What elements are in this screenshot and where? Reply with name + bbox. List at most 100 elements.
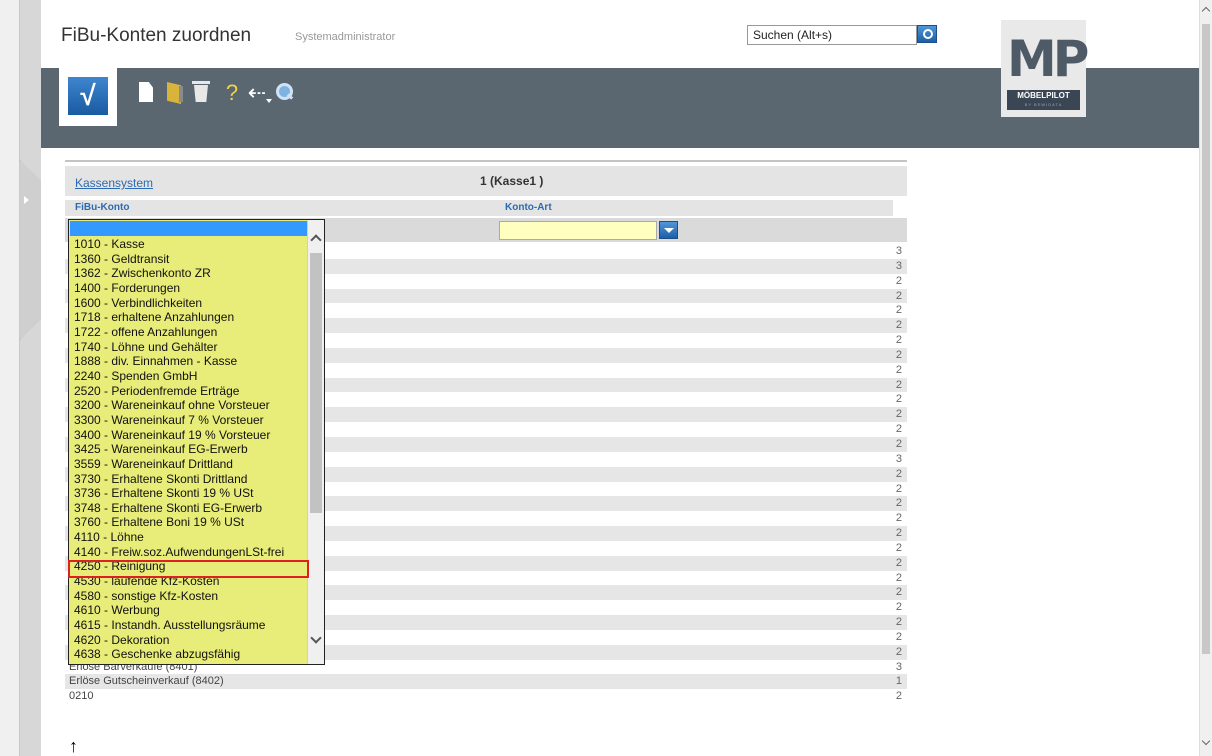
column-header-konto-art[interactable]: Konto-Art	[505, 202, 552, 213]
column-header-row: FiBu-Konto Konto-Art	[65, 200, 893, 216]
help-icon[interactable]: ?	[221, 80, 243, 106]
row-count: 2	[895, 334, 902, 347]
divider	[65, 160, 907, 162]
chevron-down-icon[interactable]	[1201, 736, 1211, 746]
moebelpilot-logo: MP MÖBELPILOT BY BEWIDATA	[1001, 20, 1089, 117]
dropdown-arrow-icon[interactable]	[659, 221, 678, 239]
dropdown-option[interactable]: 4140 - Freiw.soz.AufwendungenLSt-frei	[70, 545, 308, 560]
row-count: 2	[895, 304, 902, 317]
row-count: 2	[895, 630, 902, 643]
dropdown-list: 1010 - Kasse 1360 - Geldtransit 1362 - Zwi…	[70, 237, 308, 662]
dropdown-option[interactable]: 4615 - Instandh. Ausstellungsräume	[70, 618, 308, 633]
row-count: 2	[895, 690, 902, 703]
row-count: 2	[895, 348, 902, 361]
dropdown-option[interactable]: 3300 - Wareneinkauf 7 % Vorsteuer	[70, 413, 308, 428]
row-count: 2	[895, 541, 902, 554]
dropdown-option[interactable]: 1722 - offene Anzahlungen	[70, 325, 308, 340]
row-count: 2	[895, 512, 902, 525]
dropdown-option[interactable]: 1740 - Löhne und Gehälter	[70, 340, 308, 355]
dropdown-option[interactable]: 3748 - Erhaltene Skonti EG-Erwerb	[70, 501, 308, 516]
dropdown-option[interactable]: 1360 - Geldtransit	[70, 252, 308, 267]
row-count: 2	[895, 408, 902, 421]
exit-door-icon[interactable]	[165, 80, 187, 106]
row-count: 3	[895, 452, 902, 465]
dropdown-option[interactable]: 1718 - erhaltene Anzahlungen	[70, 310, 308, 325]
dropdown-option[interactable]: 1600 - Verbindlichkeiten	[70, 296, 308, 311]
row-label: Erlöse Gutscheinverkauf (8402)	[69, 675, 224, 688]
dropdown-option[interactable]: 4110 - Löhne	[70, 530, 308, 545]
row-count: 2	[895, 497, 902, 510]
chevron-up-icon[interactable]	[1201, 6, 1211, 16]
row-count: 2	[895, 378, 902, 391]
search-icon[interactable]	[917, 25, 937, 43]
dropdown-option[interactable]: 3736 - Erhaltene Skonti 19 % USt	[70, 486, 308, 501]
logo-bar: MÖBELPILOT BY BEWIDATA	[1007, 90, 1080, 110]
row-count: 3	[895, 660, 902, 673]
chevron-up-icon[interactable]	[310, 234, 322, 246]
dropdown-empty-option[interactable]	[70, 221, 308, 236]
logo-brand: MÖBELPILOT	[1017, 91, 1070, 100]
magnifier-icon[interactable]	[273, 80, 295, 106]
column-header-fibu-konto[interactable]: FiBu-Konto	[75, 202, 129, 213]
chevron-down-icon[interactable]	[310, 632, 322, 644]
row-count: 2	[895, 482, 902, 495]
dropdown-option[interactable]: 3200 - Wareneinkauf ohne Vorsteuer	[70, 398, 308, 413]
table-row[interactable]: Erlöse Gutscheinverkauf (8402) 1	[65, 674, 907, 690]
fibu-konto-dropdown[interactable]: 1010 - Kasse 1360 - Geldtransit 1362 - Zwi…	[68, 219, 325, 665]
konto-art-select[interactable]	[499, 221, 657, 240]
dropdown-option[interactable]: 1400 - Forderungen	[70, 281, 308, 296]
dropdown-option[interactable]: 4638 - Geschenke abzugsfähig	[70, 647, 308, 662]
kassensystem-value: 1 (Kasse1 )	[480, 174, 544, 188]
dropdown-option[interactable]: 3559 - Wareneinkauf Drittland	[70, 457, 308, 472]
row-count: 2	[895, 393, 902, 406]
caret-down-icon[interactable]	[266, 99, 272, 103]
kassensystem-link[interactable]: Kassensystem	[75, 176, 153, 190]
row-label: 0210	[69, 690, 94, 703]
row-count: 2	[895, 586, 902, 599]
left-frame-strip	[0, 0, 20, 756]
back-arrow-icon[interactable]: ⇠	[246, 80, 268, 106]
dropdown-option[interactable]: 3400 - Wareneinkauf 19 % Vorsteuer	[70, 428, 308, 443]
new-document-icon[interactable]	[136, 80, 158, 106]
side-panel-toggle[interactable]	[20, 160, 42, 340]
dropdown-option[interactable]: 4610 - Werbung	[70, 603, 308, 618]
row-count: 2	[895, 645, 902, 658]
dropdown-option[interactable]: 1010 - Kasse	[70, 237, 308, 252]
logo-by: BY BEWIDATA	[1024, 102, 1063, 107]
dropdown-option[interactable]: 2520 - Periodenfremde Erträge	[70, 384, 308, 399]
user-role: Systemadministrator	[295, 31, 396, 43]
kassensystem-row: Kassensystem 1 (Kasse1 )	[65, 166, 907, 196]
dropdown-option[interactable]: 4620 - Dekoration	[70, 633, 308, 648]
row-count: 2	[895, 437, 902, 450]
dropdown-option[interactable]: 2240 - Spenden GmbH	[70, 369, 308, 384]
window-scrollbar[interactable]	[1199, 0, 1212, 756]
row-count: 2	[895, 616, 902, 629]
dropdown-scroll-thumb[interactable]	[310, 253, 322, 513]
dropdown-option[interactable]: 3760 - Erhaltene Boni 19 % USt	[70, 515, 308, 530]
row-count: 2	[895, 363, 902, 376]
dropdown-option[interactable]: 1362 - Zwischenkonto ZR	[70, 266, 308, 281]
row-count: 2	[895, 601, 902, 614]
dropdown-option[interactable]: 1888 - div. Einnahmen - Kasse	[70, 354, 308, 369]
row-count: 3	[895, 245, 902, 257]
row-count: 2	[895, 319, 902, 332]
dropdown-option[interactable]: 3425 - Wareneinkauf EG-Erwerb	[70, 442, 308, 457]
trash-icon[interactable]	[191, 80, 213, 106]
row-count: 2	[895, 467, 902, 480]
row-count: 2	[895, 274, 902, 287]
checkmark-icon: √	[68, 77, 108, 115]
row-count: 3	[895, 259, 902, 272]
search-input[interactable]	[747, 25, 917, 45]
dropdown-scrollbar[interactable]	[307, 220, 324, 664]
confirm-button[interactable]: √	[59, 68, 117, 126]
page-title: FiBu-Konten zuordnen	[61, 25, 252, 46]
highlighted-option-frame	[68, 560, 309, 578]
row-count: 1	[895, 675, 902, 688]
row-count: 2	[895, 527, 902, 540]
dropdown-option[interactable]: 3730 - Erhaltene Skonti Drittland	[70, 472, 308, 487]
row-count: 2	[895, 571, 902, 584]
table-row[interactable]: 0210 2	[65, 689, 907, 704]
window-scroll-thumb[interactable]	[1202, 24, 1210, 654]
dropdown-option[interactable]: 4580 - sonstige Kfz-Kosten	[70, 589, 308, 604]
row-count: 2	[895, 556, 902, 569]
